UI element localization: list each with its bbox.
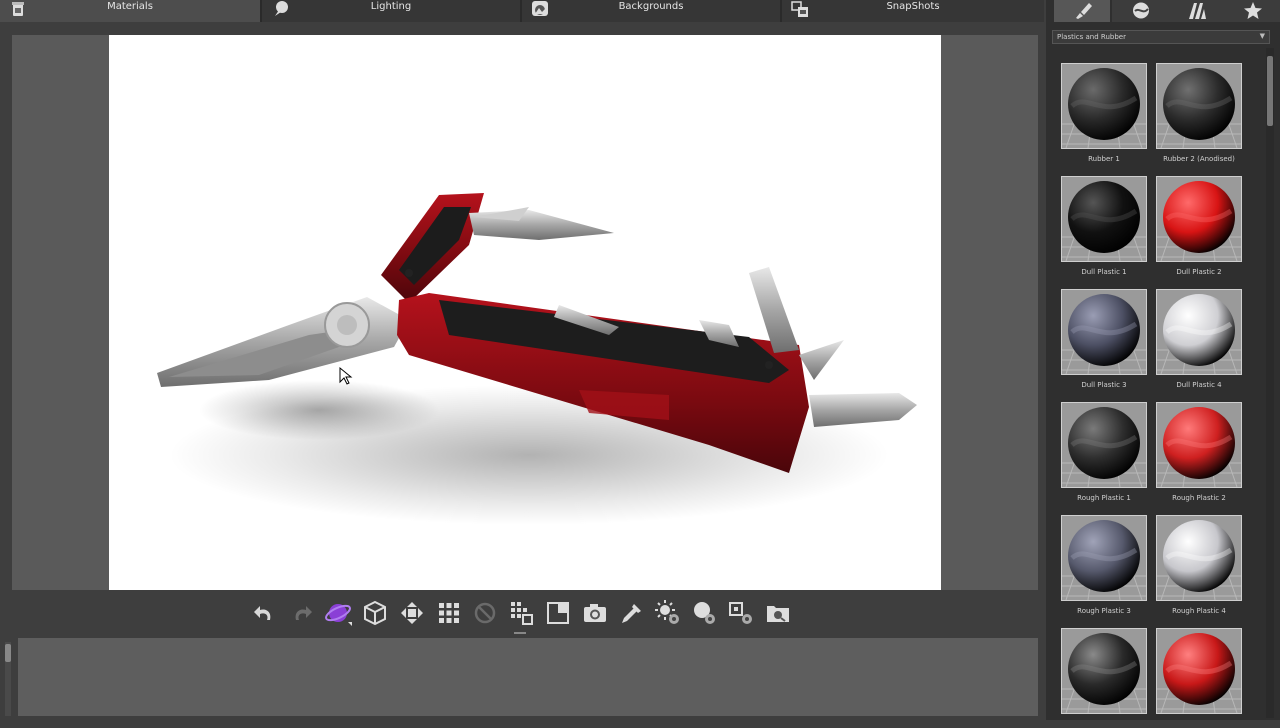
rotate-model-icon bbox=[325, 604, 352, 626]
tab-materials[interactable]: Materials bbox=[0, 0, 260, 22]
material-scrollbar[interactable] bbox=[1266, 48, 1274, 718]
material-settings-icon bbox=[694, 602, 715, 624]
material-swatch bbox=[1061, 402, 1147, 488]
material-name: Rough Plastic 2 bbox=[1172, 494, 1226, 502]
material-name: Rough Plastic 4 bbox=[1172, 607, 1226, 615]
tab-label: SnapShots bbox=[886, 1, 940, 12]
grid-button[interactable] bbox=[434, 598, 464, 630]
tab-library[interactable] bbox=[1054, 0, 1110, 22]
eyedropper-button[interactable] bbox=[616, 598, 646, 630]
tab-favorites[interactable] bbox=[1224, 0, 1280, 22]
material-tile[interactable] bbox=[1156, 628, 1242, 728]
tab-label: Backgrounds bbox=[618, 1, 684, 12]
material-swatch bbox=[1156, 515, 1242, 601]
material-name: Dull Plastic 2 bbox=[1176, 268, 1222, 276]
redo-button[interactable] bbox=[286, 598, 316, 630]
disable-button[interactable] bbox=[470, 598, 500, 630]
material-tile[interactable]: Rough Plastic 1 bbox=[1061, 402, 1147, 502]
render-settings-button[interactable] bbox=[726, 598, 756, 630]
move-button[interactable] bbox=[397, 598, 427, 630]
material-name: Rough Plastic 3 bbox=[1077, 607, 1131, 615]
texture-icon bbox=[1189, 3, 1206, 19]
category-label: Plastics and Rubber bbox=[1057, 33, 1126, 41]
chevron-down-icon: ▼ bbox=[1259, 32, 1265, 40]
material-name: Dull Plastic 1 bbox=[1081, 268, 1127, 276]
material-tile[interactable] bbox=[1061, 628, 1147, 728]
cube-view-button[interactable] bbox=[360, 598, 390, 630]
undo-button[interactable] bbox=[250, 598, 280, 630]
material-swatch bbox=[1061, 515, 1147, 601]
material-tile[interactable]: Rubber 2 (Anodised) bbox=[1156, 63, 1242, 163]
camera-icon bbox=[584, 604, 606, 622]
render-settings-icon bbox=[729, 602, 752, 624]
zoom-icon bbox=[767, 606, 789, 622]
material-swatch bbox=[1156, 402, 1242, 488]
material-tile[interactable]: Dull Plastic 2 bbox=[1156, 176, 1242, 276]
material-swatch bbox=[1156, 176, 1242, 262]
region-icon bbox=[547, 602, 569, 624]
grid-icon bbox=[439, 603, 459, 623]
sphere-icon bbox=[1133, 2, 1149, 19]
material-settings-button[interactable] bbox=[689, 598, 719, 630]
material-tile[interactable]: Rough Plastic 2 bbox=[1156, 402, 1242, 502]
material-tile[interactable]: Dull Plastic 1 bbox=[1061, 176, 1147, 276]
material-name: Rubber 2 (Anodised) bbox=[1163, 155, 1235, 163]
tab-label: Lighting bbox=[370, 1, 412, 12]
eyedropper-icon bbox=[622, 604, 641, 623]
material-tile[interactable]: Rubber 1 bbox=[1061, 63, 1147, 163]
material-swatch bbox=[1061, 176, 1147, 262]
left-scrollbar-thumb[interactable] bbox=[5, 644, 11, 662]
material-swatch bbox=[1061, 289, 1147, 375]
region-button[interactable] bbox=[543, 598, 573, 630]
disable-icon bbox=[474, 602, 496, 624]
material-name: Rough Plastic 1 bbox=[1077, 494, 1131, 502]
display-mode-icon bbox=[511, 602, 533, 625]
tab-label: Materials bbox=[107, 1, 153, 12]
material-name: Dull Plastic 3 bbox=[1081, 381, 1127, 389]
render-viewport[interactable] bbox=[109, 35, 941, 590]
material-swatch bbox=[1156, 63, 1242, 149]
category-dropdown[interactable]: Plastics and Rubber ▼ bbox=[1052, 30, 1270, 44]
tab-lighting[interactable]: Lighting bbox=[262, 0, 520, 22]
material-swatch bbox=[1061, 63, 1147, 149]
material-swatch bbox=[1156, 628, 1242, 714]
undo-icon bbox=[254, 606, 271, 620]
material-swatch bbox=[1061, 628, 1147, 714]
tab-materials-view[interactable] bbox=[1112, 0, 1168, 22]
tab-snapshots[interactable]: SnapShots bbox=[782, 0, 1044, 22]
tab-textures[interactable] bbox=[1168, 0, 1224, 22]
material-scrollbar-thumb[interactable] bbox=[1267, 56, 1273, 126]
camera-button[interactable] bbox=[580, 598, 610, 630]
cube-icon bbox=[364, 600, 386, 626]
multitool-model[interactable] bbox=[109, 35, 941, 590]
star-icon bbox=[1244, 2, 1262, 19]
material-tile[interactable]: Rough Plastic 3 bbox=[1061, 515, 1147, 615]
material-name: Dull Plastic 4 bbox=[1176, 381, 1222, 389]
rotate-model-button[interactable] bbox=[323, 598, 353, 630]
light-settings-button[interactable] bbox=[653, 598, 683, 630]
redo-icon bbox=[295, 606, 312, 620]
bottom-panel bbox=[18, 638, 1038, 716]
light-settings-icon bbox=[655, 600, 679, 624]
tab-backgrounds[interactable]: Backgrounds bbox=[522, 0, 780, 22]
material-swatch bbox=[1156, 289, 1242, 375]
material-tile[interactable]: Rough Plastic 4 bbox=[1156, 515, 1242, 615]
move-icon bbox=[401, 602, 423, 624]
active-mode-indicator bbox=[514, 632, 526, 634]
display-mode-button[interactable] bbox=[506, 598, 536, 630]
brush-icon bbox=[1076, 3, 1092, 19]
material-tile[interactable]: Dull Plastic 3 bbox=[1061, 289, 1147, 389]
zoom-button[interactable] bbox=[763, 598, 793, 630]
material-name: Rubber 1 bbox=[1088, 155, 1120, 163]
material-tile[interactable]: Dull Plastic 4 bbox=[1156, 289, 1242, 389]
